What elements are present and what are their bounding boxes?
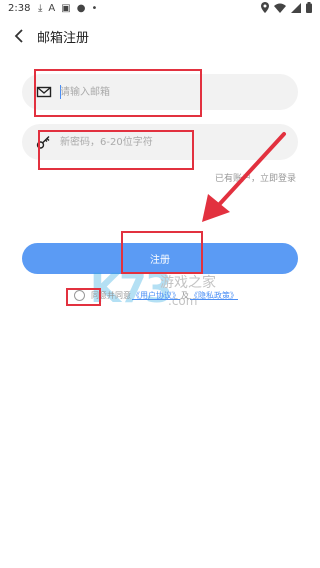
user-agreement-link[interactable]: 《用户协议》 — [132, 290, 180, 301]
page-title: 邮箱注册 — [37, 31, 90, 46]
watermark-text: 游戏之家 — [160, 275, 216, 291]
annotation-arrow-icon — [202, 132, 286, 222]
status-icons-left: ⤓ A ▣ ● • — [38, 2, 97, 16]
status-bar: 2:38 ⤓ A ▣ ● • — [0, 0, 320, 18]
ca-icon: ● — [76, 3, 86, 14]
annotation-box-register — [121, 231, 203, 274]
status-icons-right — [261, 2, 312, 13]
signal-icon — [291, 2, 301, 13]
back-button[interactable] — [8, 25, 30, 47]
download-icon: ⤓ — [38, 3, 43, 14]
image-icon: ▣ — [61, 3, 71, 14]
annotation-box-agree — [66, 288, 101, 306]
annotation-box-email — [34, 69, 202, 117]
wifi-icon — [274, 3, 286, 13]
annotation-box-password — [38, 130, 194, 170]
text-icon: A — [48, 3, 56, 14]
dot-icon: • — [91, 3, 98, 14]
app-header: 邮箱注册 — [0, 18, 320, 52]
battery-icon — [306, 2, 312, 13]
agreement-conjunction: 及 — [181, 291, 189, 300]
chevron-left-icon — [14, 29, 23, 43]
privacy-policy-link[interactable]: 《隐私政策》 — [190, 290, 238, 301]
status-time: 2:38 — [8, 3, 31, 14]
location-icon — [261, 2, 269, 13]
